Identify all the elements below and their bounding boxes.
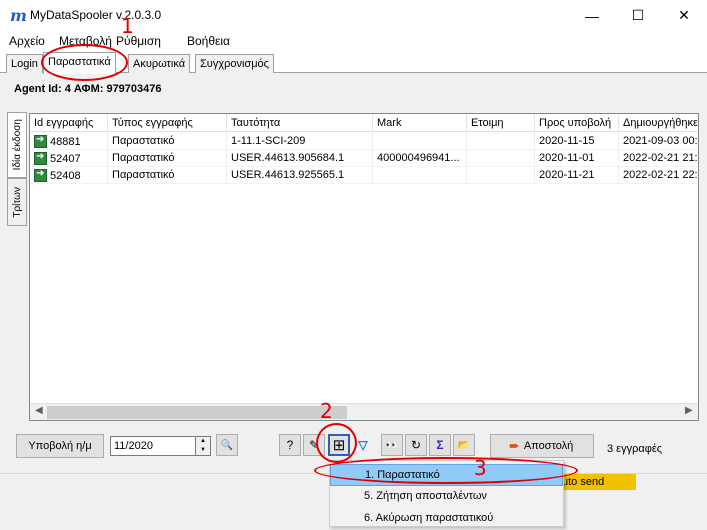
maximize-button[interactable]: ☐ bbox=[615, 0, 661, 31]
filter-icon: ▽ bbox=[358, 438, 368, 452]
minimize-button[interactable]: — bbox=[569, 0, 615, 31]
scrollbar-thumb[interactable] bbox=[47, 406, 347, 419]
agent-info: Agent Id: 4 ΑΦΜ: 979703476 bbox=[14, 83, 162, 95]
document-arrow-icon bbox=[34, 151, 47, 165]
cell-mark bbox=[373, 133, 467, 150]
cell-created: 2021-09-03 00:3 bbox=[619, 133, 698, 150]
table-row[interactable]: 48881 Παραστατικό 1-11.1-SCI-209 2020-11… bbox=[30, 133, 698, 150]
period-input[interactable]: 11/2020 bbox=[110, 436, 196, 456]
search-icon: 🔍 bbox=[220, 439, 234, 451]
document-arrow-icon bbox=[34, 168, 47, 182]
title-bar: m MyDataSpooler v.2.0.3.0 — ☐ ✕ bbox=[0, 0, 707, 31]
cell-ready bbox=[467, 133, 535, 150]
tab-login[interactable]: Login bbox=[6, 54, 43, 73]
cell-ready bbox=[467, 167, 535, 184]
cell-mark bbox=[373, 167, 467, 184]
column-header[interactable]: Ετοιμη bbox=[467, 114, 535, 132]
cell-submit-date: 2020-11-01 bbox=[535, 150, 619, 167]
menu-item-request-sent[interactable]: 5. Ζήτηση αποσταλέντων bbox=[330, 486, 563, 508]
annotation-ellipse-menu-item bbox=[314, 457, 578, 484]
send-button[interactable]: ➨ Αποστολή bbox=[490, 434, 594, 458]
scroll-left-icon[interactable]: ◀ bbox=[35, 405, 43, 416]
tab-cancellations[interactable]: Ακυρωτικά bbox=[128, 54, 191, 73]
table-row[interactable]: 52408 Παραστατικό USER.44613.925565.1 20… bbox=[30, 167, 698, 184]
cell-id: 52407 bbox=[50, 153, 81, 165]
side-tab-own-issue-label: Ιδία έκδοση bbox=[11, 119, 23, 171]
period-spinner[interactable]: ▲ ▼ bbox=[196, 436, 211, 456]
column-header[interactable]: Ταυτότητα bbox=[227, 114, 373, 132]
id-cell: 52407 bbox=[30, 150, 108, 167]
cell-type: Παραστατικό bbox=[108, 167, 227, 184]
cell-submit-date: 2020-11-15 bbox=[535, 133, 619, 150]
annotation-circle-button bbox=[316, 423, 357, 463]
refresh-button[interactable]: ↻ bbox=[405, 434, 427, 456]
menu-file[interactable]: Αρχείο bbox=[9, 34, 45, 48]
cell-created: 2022-02-21 22:1 bbox=[619, 167, 698, 184]
id-cell: 52408 bbox=[30, 167, 108, 184]
annotation-number-2: 2 bbox=[320, 399, 333, 423]
export-folder-icon: 📂 bbox=[457, 439, 471, 451]
cell-id: 52408 bbox=[50, 170, 81, 182]
spin-down-icon[interactable]: ▼ bbox=[196, 446, 210, 455]
cell-identity: USER.44613.905684.1 bbox=[227, 150, 373, 167]
app-logo-icon: m bbox=[10, 6, 27, 25]
side-tab-third-party[interactable]: Τρίτων bbox=[7, 178, 27, 226]
annotation-number-1: 1 bbox=[121, 14, 134, 38]
binoculars-icon: 👀 bbox=[385, 439, 399, 451]
side-tab-own-issue[interactable]: Ιδία έκδοση bbox=[7, 112, 27, 178]
column-header[interactable]: Id εγγραφής bbox=[30, 114, 108, 132]
search-button[interactable]: 🔍 bbox=[216, 434, 238, 456]
cell-created: 2022-02-21 21:4 bbox=[619, 150, 698, 167]
column-header[interactable]: Mark bbox=[373, 114, 467, 132]
send-button-label: Αποστολή bbox=[523, 440, 574, 452]
help-button[interactable]: ? bbox=[279, 434, 301, 456]
cell-submit-date: 2020-11-21 bbox=[535, 167, 619, 184]
cell-ready bbox=[467, 150, 535, 167]
records-grid: Id εγγραφής Τύπος εγγραφής Ταυτότητα Mar… bbox=[29, 113, 699, 421]
cell-identity: USER.44613.925565.1 bbox=[227, 167, 373, 184]
tab-sync[interactable]: Συγχρονισμός bbox=[195, 54, 274, 73]
cell-type: Παραστατικό bbox=[108, 150, 227, 167]
horizontal-scrollbar[interactable]: ◀ ▶ bbox=[30, 403, 698, 420]
column-header[interactable]: Προς υποβολή bbox=[535, 114, 619, 132]
annotation-circle-tab bbox=[41, 44, 128, 81]
side-tab-third-party-label: Τρίτων bbox=[11, 186, 23, 218]
cell-type: Παραστατικό bbox=[108, 133, 227, 150]
grid-header: Id εγγραφής Τύπος εγγραφής Ταυτότητα Mar… bbox=[30, 114, 698, 132]
help-icon: ? bbox=[286, 438, 294, 452]
submit-button[interactable]: Υποβολή η/μ bbox=[16, 434, 104, 458]
cell-identity: 1-11.1-SCI-209 bbox=[227, 133, 373, 150]
sum-icon: Σ bbox=[436, 438, 444, 452]
table-row[interactable]: 52407 Παραστατικό USER.44613.905684.1 40… bbox=[30, 150, 698, 167]
annotation-number-3: 3 bbox=[474, 456, 487, 480]
column-header[interactable]: Δημιουργήθηκε bbox=[619, 114, 698, 132]
export-button[interactable]: 📂 bbox=[453, 434, 475, 456]
refresh-icon: ↻ bbox=[410, 438, 422, 452]
window-title: MyDataSpooler v.2.0.3.0 bbox=[30, 8, 162, 22]
cell-mark: 400000496941... bbox=[373, 150, 467, 167]
sum-button[interactable]: Σ bbox=[429, 434, 451, 456]
scroll-right-icon[interactable]: ▶ bbox=[685, 405, 693, 416]
id-cell: 48881 bbox=[30, 133, 108, 150]
document-arrow-icon bbox=[34, 134, 47, 148]
column-header[interactable]: Τύπος εγγραφής bbox=[108, 114, 227, 132]
menu-help[interactable]: Βοήθεια bbox=[187, 34, 230, 48]
close-button[interactable]: ✕ bbox=[661, 0, 707, 31]
send-arrow-icon: ➨ bbox=[509, 438, 520, 453]
find-button[interactable]: 👀 bbox=[381, 434, 403, 456]
cell-id: 48881 bbox=[50, 136, 81, 148]
spin-up-icon[interactable]: ▲ bbox=[196, 437, 210, 446]
record-count: 3 εγγραφές bbox=[607, 443, 663, 455]
